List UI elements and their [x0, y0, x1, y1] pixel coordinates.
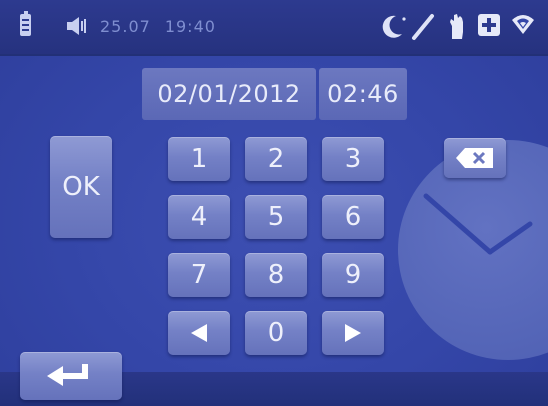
status-bar: 25.07 19:40	[0, 0, 548, 56]
key-3[interactable]: 3	[322, 137, 384, 181]
ok-button[interactable]: OK	[50, 136, 112, 238]
moon-pen-icon	[382, 14, 434, 40]
key-2[interactable]: 2	[245, 137, 307, 181]
return-arrow-icon	[47, 364, 88, 386]
time-field[interactable]: 02:46	[319, 68, 407, 120]
plus-icon	[478, 14, 500, 36]
backspace-button[interactable]	[444, 138, 506, 178]
key-7[interactable]: 7	[168, 253, 230, 297]
date-field[interactable]: 02/01/2012	[142, 68, 316, 120]
left-arrow-button[interactable]	[168, 311, 230, 355]
enter-button[interactable]	[20, 352, 122, 400]
status-date: 25.07	[100, 17, 151, 36]
key-0[interactable]: 0	[245, 311, 307, 355]
key-6[interactable]: 6	[322, 195, 384, 239]
status-time: 19:40	[164, 17, 216, 36]
right-arrow-button[interactable]	[322, 311, 384, 355]
backspace-icon	[456, 148, 493, 168]
triangle-right-icon	[345, 324, 361, 342]
hand-icon	[450, 14, 463, 39]
wifi-icon	[512, 15, 534, 34]
speaker-icon	[67, 17, 86, 35]
key-5[interactable]: 5	[245, 195, 307, 239]
key-8[interactable]: 8	[245, 253, 307, 297]
key-9[interactable]: 9	[322, 253, 384, 297]
status-datetime: 25.07 19:40	[100, 17, 230, 36]
key-1[interactable]: 1	[168, 137, 230, 181]
key-4[interactable]: 4	[168, 195, 230, 239]
screen: 25.07 19:40 02/01/2012 02:46 OK 1 2 3 4 …	[0, 0, 548, 406]
battery-icon	[20, 11, 31, 36]
triangle-left-icon	[191, 324, 207, 342]
